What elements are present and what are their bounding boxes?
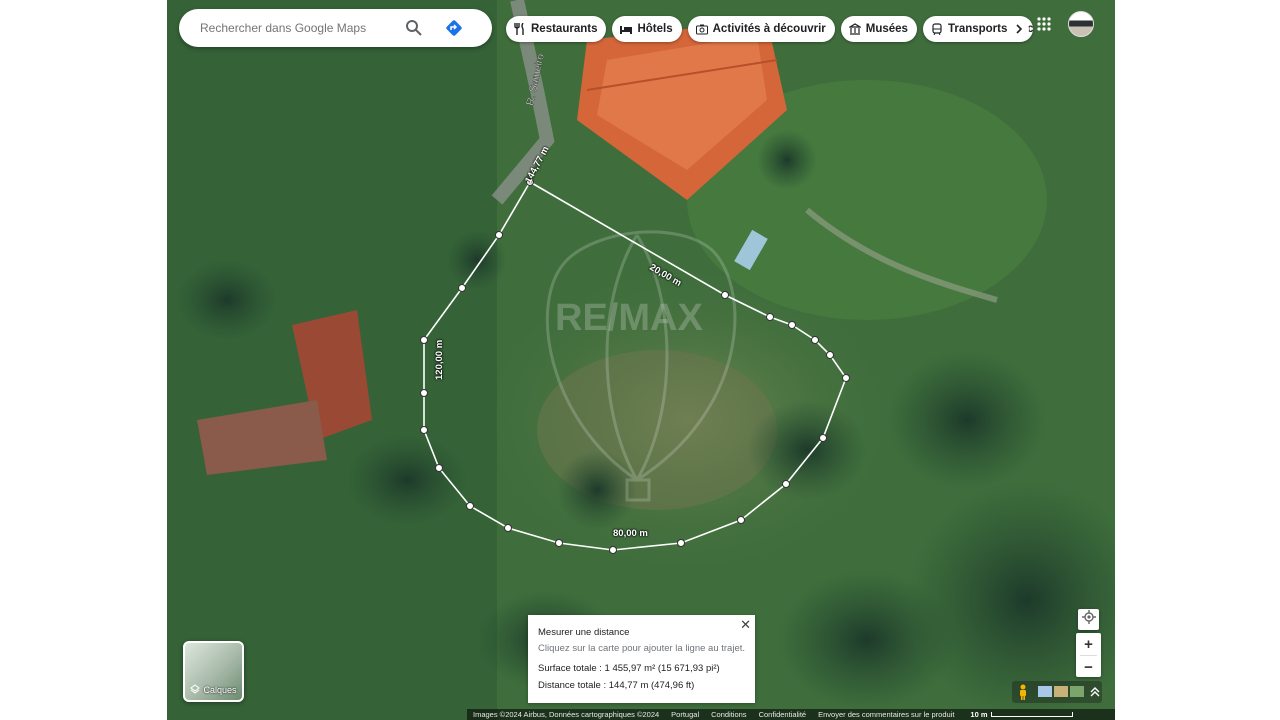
zoom-in-button[interactable]: + bbox=[1076, 633, 1101, 655]
chip-label: Hôtels bbox=[637, 23, 673, 35]
measure-vertex[interactable] bbox=[555, 539, 563, 547]
measure-vertex[interactable] bbox=[504, 524, 512, 532]
chip-transit[interactable]: Transports en commun bbox=[922, 16, 1033, 42]
imagery-thumb-3[interactable] bbox=[1070, 686, 1084, 697]
scale-label: 10 m bbox=[970, 710, 988, 719]
map-canvas[interactable]: RE/MAX R. Sameiro 144,77 m 20,00 m 120,0… bbox=[167, 0, 1115, 720]
measure-card-hint: Cliquez sur la carte pour ajouter la lig… bbox=[538, 643, 746, 654]
measure-vertex[interactable] bbox=[811, 336, 819, 344]
search-box[interactable] bbox=[179, 9, 492, 47]
zoom-out-button[interactable]: − bbox=[1076, 656, 1101, 678]
feedback-link[interactable]: Envoyer des commentaires sur le produit bbox=[818, 710, 954, 719]
chip-label: Musées bbox=[865, 23, 908, 35]
measure-vertex[interactable] bbox=[766, 313, 774, 321]
measure-vertex[interactable] bbox=[420, 389, 428, 397]
chip-museums[interactable]: Musées bbox=[840, 16, 917, 42]
chip-label: Activités à découvrir bbox=[712, 23, 826, 35]
measure-label-c: 120,00 m bbox=[434, 339, 445, 380]
measure-vertex[interactable] bbox=[420, 426, 428, 434]
close-icon[interactable]: ✕ bbox=[740, 617, 751, 633]
chip-restaurants[interactable]: Restaurants bbox=[506, 16, 607, 42]
imagery-thumb-2[interactable] bbox=[1054, 686, 1068, 697]
chip-hotels[interactable]: Hôtels bbox=[612, 16, 682, 42]
chevron-right-icon[interactable] bbox=[1008, 19, 1029, 39]
measure-vertex[interactable] bbox=[458, 284, 466, 292]
layers-label: Calques bbox=[203, 685, 237, 695]
attribution-bar: Images ©2024 Airbus, Données cartographi… bbox=[467, 709, 1115, 720]
measure-vertex[interactable] bbox=[842, 374, 850, 382]
measure-label-d: 80,00 m bbox=[613, 528, 648, 539]
measure-vertex[interactable] bbox=[495, 231, 503, 239]
total-area: Surface totale : 1 455,97 m² (15 671,93 … bbox=[538, 663, 720, 674]
measure-vertex[interactable] bbox=[435, 464, 443, 472]
museum-icon bbox=[848, 23, 861, 35]
restaurant-icon bbox=[514, 23, 526, 35]
camera-icon bbox=[695, 23, 708, 35]
apps-grid-icon[interactable] bbox=[1036, 16, 1052, 32]
watermark-text: RE/MAX bbox=[555, 297, 703, 339]
pegman-icon[interactable] bbox=[1018, 684, 1028, 705]
terms-link[interactable]: Conditions bbox=[711, 710, 746, 719]
search-icon[interactable] bbox=[404, 18, 424, 38]
layers-icon bbox=[190, 684, 201, 696]
bottom-right-controls bbox=[1012, 681, 1102, 703]
account-avatar[interactable] bbox=[1068, 11, 1094, 37]
measure-vertex[interactable] bbox=[826, 351, 834, 359]
chip-label: Restaurants bbox=[531, 23, 598, 35]
country-link[interactable]: Portugal bbox=[671, 710, 699, 719]
location-target-icon bbox=[1081, 610, 1096, 629]
measure-vertex[interactable] bbox=[420, 336, 428, 344]
directions-icon[interactable] bbox=[444, 18, 464, 38]
measure-card-title: Mesurer une distance bbox=[538, 627, 630, 638]
measure-vertex[interactable] bbox=[788, 321, 796, 329]
layers-button[interactable]: Calques bbox=[183, 641, 244, 702]
measure-vertex[interactable] bbox=[819, 434, 827, 442]
search-input[interactable] bbox=[198, 20, 402, 36]
privacy-link[interactable]: Confidentialité bbox=[759, 710, 807, 719]
scale-bar[interactable]: 10 m bbox=[970, 710, 1073, 719]
hotel-icon bbox=[620, 23, 633, 35]
measure-vertex[interactable] bbox=[721, 291, 729, 299]
chip-activities[interactable]: Activités à découvrir bbox=[687, 16, 835, 42]
imagery-thumb-1[interactable] bbox=[1038, 686, 1052, 697]
total-distance: Distance totale : 144,77 m (474,96 ft) bbox=[538, 680, 695, 691]
category-chips: Restaurants Hôtels Activités à découvrir… bbox=[506, 16, 1033, 42]
measure-vertex[interactable] bbox=[737, 516, 745, 524]
expand-up-icon[interactable] bbox=[1090, 685, 1100, 703]
imagery-credit: Images ©2024 Airbus, Données cartographi… bbox=[473, 710, 660, 719]
measure-vertex[interactable] bbox=[677, 539, 685, 547]
transit-icon bbox=[931, 23, 943, 35]
zoom-controls: + − bbox=[1076, 633, 1101, 677]
measure-vertex[interactable] bbox=[782, 480, 790, 488]
my-location-button[interactable] bbox=[1078, 609, 1099, 630]
measure-vertex[interactable] bbox=[466, 502, 474, 510]
satellite-imagery: RE/MAX R. Sameiro bbox=[167, 0, 1115, 720]
measure-distance-card: Mesurer une distance Cliquez sur la cart… bbox=[528, 615, 755, 703]
measure-vertex[interactable] bbox=[609, 546, 617, 554]
